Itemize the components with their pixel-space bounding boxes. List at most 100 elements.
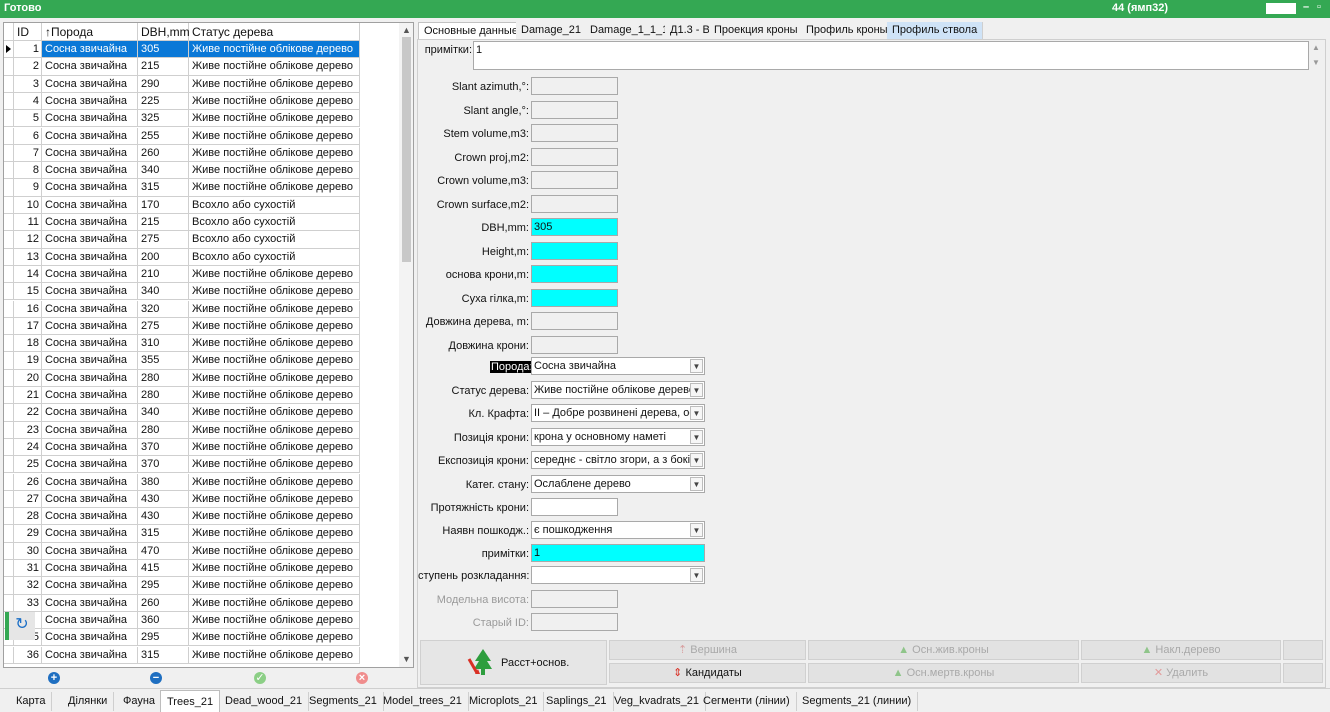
cell-id[interactable]: 1 — [14, 41, 42, 59]
table-row[interactable]: 21 Сосна звичайна 280 Живе постійне обліков… — [4, 387, 360, 405]
stem-volume-field[interactable] — [531, 124, 618, 142]
row-indicator[interactable] — [4, 490, 14, 509]
row-indicator[interactable] — [4, 162, 14, 180]
cell-id[interactable]: 20 — [14, 369, 42, 387]
scrollbar-thumb[interactable] — [402, 37, 411, 262]
cell-dbh[interactable]: 360 — [138, 611, 189, 630]
cell-status[interactable]: Живе постійне облікове дерево — [189, 41, 360, 59]
cell-dbh[interactable]: 215 — [138, 214, 189, 232]
cell-id[interactable]: 10 — [14, 196, 42, 214]
cell-id[interactable]: 14 — [14, 265, 42, 284]
table-row[interactable]: Сосна звичайна 360 Живе постійне облікове … — [4, 611, 360, 630]
row-indicator[interactable] — [4, 41, 14, 59]
cell-dbh[interactable]: 200 — [138, 248, 189, 266]
table-row[interactable]: 33 Сосна звичайна 260 Живе постійне обліков… — [4, 594, 360, 612]
tab-model-trees-21[interactable]: Model_trees_21 — [377, 692, 469, 711]
cell-status[interactable]: Живе постійне облікове дерево — [189, 525, 360, 543]
cell-status[interactable]: Живе постійне облікове дерево — [189, 508, 360, 526]
column-header-dbh[interactable]: DBH,mm — [138, 23, 190, 41]
cell-id[interactable]: 21 — [14, 387, 42, 405]
cell-id[interactable]: 16 — [14, 300, 42, 318]
table-row[interactable]: 12 Сосна звичайна 275 Всохло або сухостій — [4, 231, 360, 249]
notes-top-field[interactable]: 1 — [473, 41, 1309, 70]
tilt-tree-button[interactable]: ▲ Накл.дерево — [1081, 640, 1281, 660]
cell-status[interactable]: Живе постійне облікове дерево — [189, 404, 360, 422]
table-row[interactable]: 3 Сосна звичайна 290 Живе постійне облікове… — [4, 75, 360, 93]
crown-length-field[interactable] — [531, 498, 618, 516]
cell-status[interactable]: Живе постійне облікове дерево — [189, 490, 360, 509]
column-header-status[interactable]: Статус дерева — [189, 23, 360, 41]
cell-species[interactable]: Сосна звичайна — [42, 248, 138, 266]
dbh-field[interactable]: 305 — [531, 218, 618, 236]
tab-main-data[interactable]: Основные данные — [418, 22, 524, 39]
cell-id[interactable]: 28 — [14, 508, 42, 526]
cell-status[interactable]: Живе постійне облікове дерево — [189, 421, 360, 439]
cell-id[interactable]: 31 — [14, 560, 42, 578]
row-indicator[interactable] — [4, 438, 14, 457]
row-indicator[interactable] — [4, 317, 14, 336]
cell-id[interactable]: 13 — [14, 248, 42, 266]
cell-species[interactable]: Сосна звичайна — [42, 127, 138, 145]
cell-id[interactable]: 30 — [14, 542, 42, 560]
notes-field[interactable]: 1 — [531, 544, 705, 562]
table-row[interactable]: 31 Сосна звичайна 415 Живе постійне обліков… — [4, 560, 360, 578]
cell-id[interactable]: 33 — [14, 594, 42, 612]
cell-species[interactable]: Сосна звичайна — [42, 196, 138, 214]
cell-status[interactable]: Живе постійне облікове дерево — [189, 594, 360, 612]
cell-status[interactable]: Живе постійне облікове дерево — [189, 560, 360, 578]
cell-status[interactable]: Живе постійне облікове дерево — [189, 144, 360, 163]
cell-status[interactable]: Живе постійне облікове дерево — [189, 265, 360, 284]
cell-dbh[interactable]: 325 — [138, 110, 189, 128]
cell-species[interactable]: Сосна звичайна — [42, 438, 138, 457]
tab-damage-21[interactable]: Damage_21 — [516, 22, 587, 39]
crown-base-field[interactable] — [531, 265, 618, 283]
cell-species[interactable]: Сосна звичайна — [42, 58, 138, 76]
cell-status[interactable]: Живе постійне облікове дерево — [189, 542, 360, 560]
crown-proj-field[interactable] — [531, 147, 618, 166]
table-row[interactable]: 36 Сосна звичайна 315 Живе постійне обліков… — [4, 646, 360, 664]
cancel-icon[interactable]: × — [356, 672, 368, 684]
cell-id[interactable]: 26 — [14, 473, 42, 491]
cell-status[interactable]: Живе постійне облікове дерево — [189, 352, 360, 370]
cell-id[interactable]: 15 — [14, 283, 42, 301]
row-indicator[interactable] — [4, 508, 14, 526]
cell-species[interactable]: Сосна звичайна — [42, 335, 138, 353]
cell-species[interactable]: Сосна звичайна — [42, 577, 138, 595]
cell-dbh[interactable]: 315 — [138, 646, 189, 664]
cell-species[interactable]: Сосна звичайна — [42, 144, 138, 163]
tab-map[interactable]: Карта — [10, 692, 53, 711]
cell-id[interactable]: 27 — [14, 490, 42, 509]
row-indicator[interactable] — [4, 542, 14, 560]
table-row[interactable]: 2 Сосна звичайна 215 Живе постійне облікове… — [4, 58, 360, 76]
cell-species[interactable]: Сосна звичайна — [42, 317, 138, 336]
cell-status[interactable]: Живе постійне облікове дерево — [189, 75, 360, 93]
row-indicator[interactable] — [4, 179, 14, 197]
cell-dbh[interactable]: 275 — [138, 231, 189, 249]
table-row[interactable]: 17 Сосна звичайна 275 Живе постійне обліков… — [4, 317, 360, 336]
column-header-species[interactable]: ↑Порода — [42, 23, 138, 41]
row-indicator[interactable] — [4, 352, 14, 370]
row-indicator[interactable] — [4, 335, 14, 353]
cell-dbh[interactable]: 370 — [138, 438, 189, 457]
tab-trees-21[interactable]: Trees_21 — [160, 690, 221, 712]
table-row[interactable]: 13 Сосна звичайна 200 Всохло або сухостій — [4, 248, 360, 266]
cell-species[interactable]: Сосна звичайна — [42, 611, 138, 630]
cell-species[interactable]: Сосна звичайна — [42, 525, 138, 543]
table-row[interactable]: 9 Сосна звичайна 315 Живе постійне облікове… — [4, 179, 360, 197]
cell-id[interactable]: 2 — [14, 58, 42, 76]
tab-segments-lines[interactable]: Сегменти (лінии) — [697, 692, 797, 711]
table-row[interactable]: 22 Сосна звичайна 340 Живе постійне обліков… — [4, 404, 360, 422]
cell-id[interactable]: 6 — [14, 127, 42, 145]
cell-dbh[interactable]: 280 — [138, 387, 189, 405]
cell-dbh[interactable]: 320 — [138, 300, 189, 318]
table-row[interactable]: 28 Сосна звичайна 430 Живе постійне обліков… — [4, 508, 360, 526]
row-indicator[interactable] — [4, 387, 14, 405]
cell-id[interactable]: 23 — [14, 421, 42, 439]
cell-dbh[interactable]: 290 — [138, 75, 189, 93]
cell-species[interactable]: Сосна звичайна — [42, 404, 138, 422]
cell-status[interactable]: Всохло або сухостій — [189, 231, 360, 249]
notes-scroll-up-icon[interactable]: ▲ — [1312, 43, 1320, 52]
cell-species[interactable]: Сосна звичайна — [42, 92, 138, 111]
row-indicator[interactable] — [4, 577, 14, 595]
cell-species[interactable]: Сосна звичайна — [42, 508, 138, 526]
